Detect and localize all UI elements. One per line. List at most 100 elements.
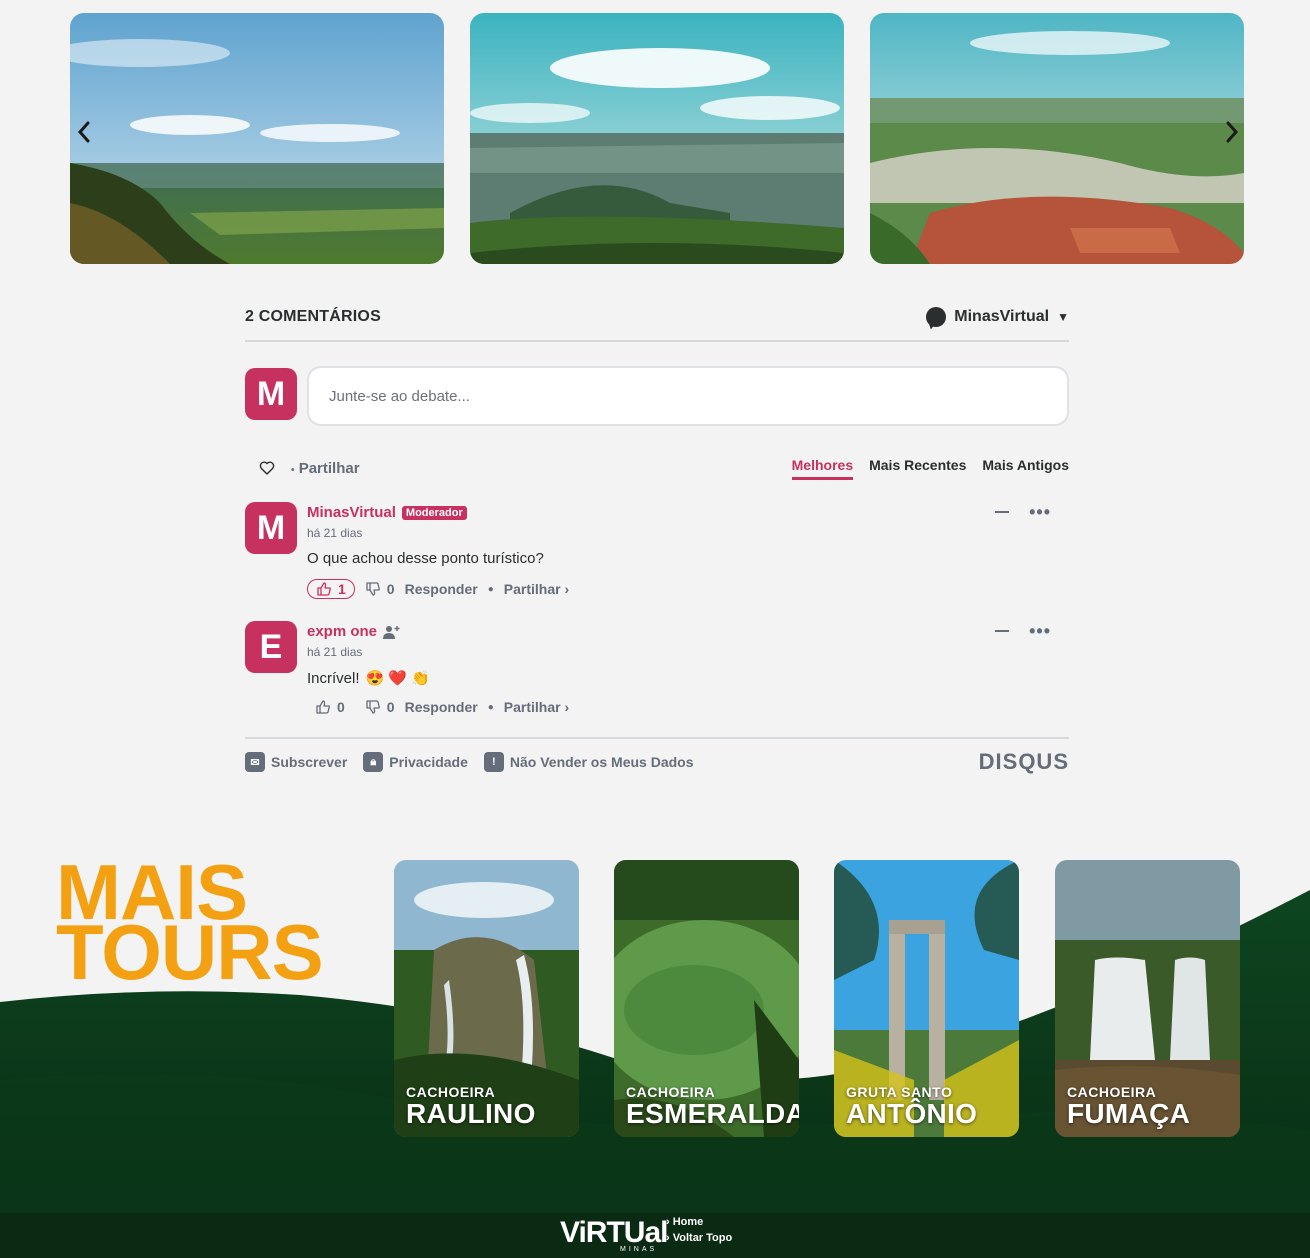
follow-user-icon[interactable] bbox=[383, 624, 401, 640]
site-footer: ViRTUal MINAS › Home › Voltar Topo bbox=[0, 1213, 1310, 1258]
comment-time[interactable]: há 21 dias bbox=[307, 645, 1069, 659]
carousel-slide-3[interactable] bbox=[870, 13, 1244, 264]
separator-dot: ● bbox=[487, 583, 494, 595]
tour-card-fumaca[interactable]: CACHOEIRA FUMAÇA bbox=[1055, 860, 1240, 1137]
caret-down-icon: ▼ bbox=[1057, 310, 1069, 324]
tab-newest[interactable]: Mais Recentes bbox=[869, 457, 966, 480]
tour-card-title: RAULINO bbox=[406, 1098, 536, 1129]
share-button[interactable]: Partilhar › bbox=[504, 581, 569, 597]
chevron-right-icon: › bbox=[666, 1216, 670, 1228]
moderator-badge: Moderador bbox=[401, 505, 467, 520]
tour-card-subtitle: GRUTA SANTO bbox=[846, 1084, 953, 1100]
emoji-reactions: 😍 ❤️ 👏 bbox=[365, 670, 430, 687]
footer-link-back-to-top-label: Voltar Topo bbox=[672, 1232, 733, 1244]
comment-count: 2 COMENTÁRIOS bbox=[245, 308, 381, 325]
subscribe-link[interactable]: ✉ Subscrever bbox=[245, 752, 347, 772]
virtual-minas-logo[interactable]: ViRTUal bbox=[560, 1216, 668, 1250]
carousel-next-button[interactable] bbox=[1218, 118, 1246, 146]
heart-icon[interactable] bbox=[259, 460, 275, 476]
reply-button[interactable]: Responder bbox=[405, 581, 478, 597]
logo-subtitle: MINAS bbox=[620, 1246, 658, 1253]
comment-post: E expm one há 21 dias Incrível! 😍 ❤️ 👏 0… bbox=[245, 621, 1069, 715]
disqus-logo[interactable]: DISQUS bbox=[979, 749, 1069, 775]
downvote-button[interactable]: 0 bbox=[365, 699, 395, 715]
comment-actions: 1 0 Responder ● Partilhar › bbox=[307, 579, 1069, 599]
tab-oldest[interactable]: Mais Antigos bbox=[982, 457, 1069, 480]
do-not-sell-link[interactable]: ! Não Vender os Meus Dados bbox=[483, 752, 694, 772]
subscribe-label: Subscrever bbox=[271, 754, 348, 770]
comment-time[interactable]: há 21 dias bbox=[307, 526, 1069, 540]
downvote-button[interactable]: 0 bbox=[365, 581, 395, 597]
more-tours-section: MAIS TOURS CACHOEIRA RAULINO CACHOEIRA E… bbox=[0, 820, 1310, 1258]
tour-card-title: ANTÔNIO bbox=[846, 1098, 978, 1129]
thumbs-down-icon bbox=[366, 582, 380, 596]
comment-actions: 0 0 Responder ● Partilhar › bbox=[307, 699, 1069, 715]
comments-section: 2 COMENTÁRIOS MinasVirtual ▼ M • Partilh… bbox=[245, 300, 1069, 775]
tour-card-title: ESMERALDA bbox=[626, 1098, 799, 1129]
comment-post: M MinasVirtual Moderador há 21 dias O qu… bbox=[245, 502, 1069, 599]
lock-icon: 🔒︎ bbox=[363, 752, 384, 772]
footer-link-home-label: Home bbox=[672, 1216, 704, 1228]
avatar: M bbox=[245, 368, 297, 420]
tour-card-title: FUMAÇA bbox=[1067, 1098, 1191, 1129]
upvote-count: 0 bbox=[337, 699, 345, 715]
tab-best[interactable]: Melhores bbox=[791, 457, 854, 480]
carousel-prev-button[interactable] bbox=[70, 118, 98, 146]
downvote-count: 0 bbox=[386, 699, 395, 715]
carousel-slide-2[interactable] bbox=[470, 13, 844, 264]
tour-card-gruta-santo-antonio[interactable]: GRUTA SANTO ANTÔNIO bbox=[834, 860, 1019, 1137]
comment-compose: M bbox=[245, 366, 1069, 426]
user-menu-label: MinasVirtual bbox=[954, 308, 1050, 325]
more-options-icon[interactable]: ••• bbox=[1029, 622, 1051, 640]
comment-menu: ••• bbox=[995, 622, 1051, 640]
tour-card-subtitle: CACHOEIRA bbox=[626, 1084, 716, 1100]
reply-button[interactable]: Responder bbox=[405, 699, 478, 715]
tour-card-esmeralda[interactable]: CACHOEIRA ESMERALDA bbox=[614, 860, 799, 1137]
comment-menu: ••• bbox=[995, 503, 1051, 521]
comment-author[interactable]: MinasVirtual bbox=[307, 504, 396, 521]
tour-card-subtitle: CACHOEIRA bbox=[1067, 1084, 1157, 1100]
upvote-button[interactable]: 1 bbox=[307, 579, 355, 599]
collapse-icon[interactable] bbox=[995, 630, 1010, 632]
downvote-count: 0 bbox=[386, 581, 395, 597]
comment-text: Incrível! 😍 ❤️ 👏 bbox=[307, 669, 1069, 688]
envelope-icon: ✉ bbox=[245, 752, 265, 772]
share-link[interactable]: • Partilhar bbox=[291, 460, 360, 477]
photo-carousel bbox=[0, 0, 1310, 280]
comment-input[interactable] bbox=[307, 366, 1069, 426]
privacy-label: Privacidade bbox=[389, 754, 468, 770]
upvote-count: 1 bbox=[338, 581, 346, 597]
comment-author[interactable]: expm one bbox=[307, 623, 377, 640]
do-not-sell-label: Não Vender os Meus Dados bbox=[509, 754, 694, 770]
user-menu[interactable]: MinasVirtual ▼ bbox=[926, 307, 1069, 327]
thumbs-up-icon bbox=[317, 582, 331, 596]
collapse-icon[interactable] bbox=[995, 511, 1010, 513]
comments-footer: ✉ Subscrever 🔒︎ Privacidade ! Não Vender… bbox=[245, 737, 1069, 775]
alert-icon: ! bbox=[483, 752, 504, 772]
more-options-icon[interactable]: ••• bbox=[1029, 503, 1051, 521]
thumbs-down-icon bbox=[366, 700, 380, 714]
sort-tabs: Melhores Mais Recentes Mais Antigos bbox=[791, 457, 1069, 480]
more-tours-title: MAIS TOURS bbox=[56, 853, 324, 996]
more-tours-title-line2: TOURS bbox=[56, 908, 324, 996]
chevron-right-icon: › bbox=[666, 1232, 670, 1244]
share-label: Partilhar bbox=[298, 459, 360, 477]
comment-text-body: O que achou desse ponto turístico? bbox=[307, 550, 544, 567]
carousel-slide-1[interactable] bbox=[70, 13, 444, 264]
share-button[interactable]: Partilhar › bbox=[504, 699, 569, 715]
comments-toolbar: • Partilhar Melhores Mais Recentes Mais … bbox=[245, 456, 1069, 480]
separator-dot: ● bbox=[487, 701, 494, 713]
privacy-link[interactable]: 🔒︎ Privacidade bbox=[363, 752, 468, 772]
footer-link-home[interactable]: › Home bbox=[666, 1214, 732, 1230]
avatar[interactable]: E bbox=[245, 621, 297, 673]
comment-text: O que achou desse ponto turístico? bbox=[307, 550, 1069, 567]
tour-card-subtitle: CACHOEIRA bbox=[406, 1084, 496, 1100]
tour-card-raulino[interactable]: CACHOEIRA RAULINO bbox=[394, 860, 579, 1137]
chat-bubble-icon bbox=[926, 307, 947, 327]
footer-link-back-to-top[interactable]: › Voltar Topo bbox=[666, 1230, 732, 1246]
avatar[interactable]: M bbox=[245, 502, 297, 554]
upvote-button[interactable]: 0 bbox=[307, 699, 345, 715]
thumbs-up-icon bbox=[316, 700, 330, 714]
comments-header: 2 COMENTÁRIOS MinasVirtual ▼ bbox=[245, 300, 1069, 342]
comment-text-body: Incrível! bbox=[307, 669, 360, 687]
